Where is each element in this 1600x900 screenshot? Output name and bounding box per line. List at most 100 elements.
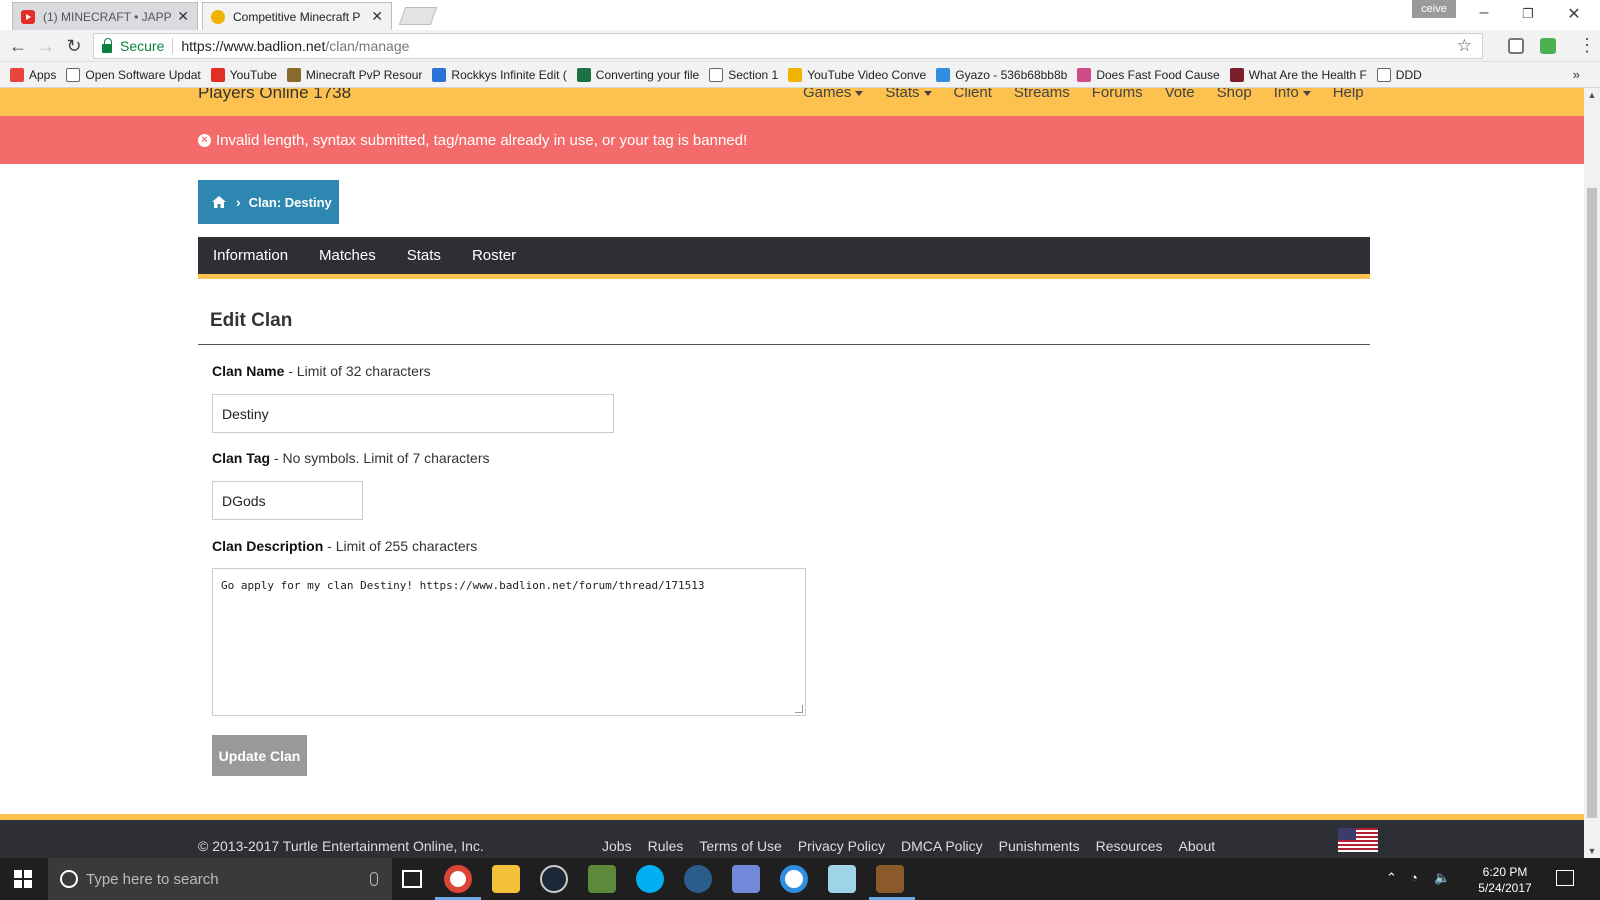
bookmark-item[interactable]: Minecraft PvP Resour — [286, 67, 422, 82]
form-title: Edit Clan — [210, 310, 293, 331]
us-flag-icon[interactable] — [1338, 828, 1378, 852]
nav-stats[interactable]: Stats — [885, 88, 932, 101]
paint-icon[interactable] — [828, 865, 856, 893]
url-path: /clan/manage — [325, 38, 410, 54]
url-host: https://www.badlion.net — [181, 38, 326, 54]
tab-matches[interactable]: Matches — [319, 247, 376, 264]
teamspeak-icon[interactable] — [684, 865, 712, 893]
menu-kebab-icon[interactable]: ⋮ — [1578, 35, 1596, 56]
label-hint: - Limit of 255 characters — [323, 538, 478, 554]
back-icon[interactable]: ← — [6, 36, 30, 57]
bookmark-item[interactable]: Section 1 — [709, 67, 778, 82]
browser-tab-badlion[interactable]: Competitive Minecraft P ✕ — [202, 2, 392, 30]
footer-link[interactable]: Resources — [1096, 838, 1163, 854]
taskbar-clock[interactable]: 6:20 PM 5/24/2017 — [1470, 864, 1540, 896]
footer-link[interactable]: Terms of Use — [699, 838, 781, 854]
tab-stats[interactable]: Stats — [407, 247, 441, 264]
players-online: Players Online 1738 — [198, 88, 352, 102]
nav-label: Streams — [1013, 88, 1070, 101]
close-window-icon[interactable]: ✕ — [1554, 4, 1594, 24]
close-tab-icon[interactable]: ✕ — [371, 8, 383, 25]
resize-grip-icon[interactable] — [795, 705, 803, 713]
restore-icon[interactable]: ❐ — [1508, 6, 1548, 22]
windows-start-icon[interactable] — [14, 870, 32, 888]
tab-information[interactable]: Information — [213, 247, 288, 264]
nav-vote[interactable]: Vote — [1165, 88, 1195, 101]
chrome-icon[interactable] — [444, 865, 472, 893]
tab-roster[interactable]: Roster — [472, 247, 516, 264]
cortana-icon — [60, 870, 78, 888]
update-clan-button[interactable]: Update Clan — [212, 735, 307, 776]
volume-icon[interactable]: 🔈 — [1434, 870, 1450, 886]
bookmark-item[interactable]: Rockkys Infinite Edit ( — [432, 67, 567, 82]
reload-icon[interactable]: ↻ — [62, 36, 86, 57]
page-scrollbar[interactable]: ▲ ▼ — [1584, 88, 1600, 858]
browser-tab-youtube[interactable]: (1) MINECRAFT • JAPPLE ✕ — [12, 2, 198, 30]
action-center-icon[interactable] — [1556, 870, 1574, 886]
minecraft-icon — [286, 67, 301, 82]
windows-taskbar: Type here to search ⌃ ◔ 🔈 6:20 PM 5/24/2… — [0, 858, 1600, 900]
label-strong: Clan Tag — [212, 450, 271, 466]
nav-games[interactable]: Games — [803, 88, 864, 101]
clan-tag-field[interactable]: DGods — [212, 481, 363, 520]
green-extension-icon[interactable] — [1540, 38, 1556, 54]
bookmark-item[interactable]: Converting your file — [576, 67, 699, 82]
microphone-icon[interactable] — [370, 872, 378, 886]
address-bar[interactable]: Secure https://www.badlion.net/clan/mana… — [93, 33, 1483, 59]
footer-link[interactable]: Jobs — [602, 838, 632, 854]
divider — [198, 344, 1370, 345]
bookmark-item[interactable]: YouTube Video Conve — [788, 67, 926, 82]
skype-icon[interactable] — [636, 865, 664, 893]
minecraft-icon[interactable] — [588, 865, 616, 893]
close-tab-icon[interactable]: ✕ — [177, 8, 189, 25]
footer-link[interactable]: Punishments — [999, 838, 1080, 854]
scroll-thumb[interactable] — [1587, 188, 1597, 818]
clan-name-field[interactable]: Destiny — [212, 394, 614, 433]
nav-shop[interactable]: Shop — [1217, 88, 1252, 101]
file-explorer-icon[interactable] — [492, 865, 520, 893]
profile-button[interactable]: ceive — [1412, 0, 1456, 18]
network-icon[interactable]: ◔ — [1410, 870, 1418, 885]
nav-help[interactable]: Help — [1333, 88, 1364, 101]
minecraft-launcher-icon[interactable] — [876, 865, 904, 893]
site-footer: © 2013-2017 Turtle Entertainment Online,… — [0, 814, 1584, 858]
bookmark-item[interactable]: DDD — [1376, 67, 1422, 82]
scroll-up-icon[interactable]: ▲ — [1584, 90, 1600, 100]
footer-link[interactable]: Rules — [648, 838, 684, 854]
chevron-right-icon: › — [236, 194, 241, 210]
tray-expand-icon[interactable]: ⌃ — [1386, 870, 1397, 886]
clan-description-textarea[interactable]: Go apply for my clan Destiny! https://ww… — [212, 568, 806, 716]
more-bookmarks-icon[interactable]: » — [1573, 67, 1580, 82]
footer-link[interactable]: About — [1179, 838, 1216, 854]
nav-client[interactable]: Client — [954, 88, 992, 101]
taskbar-search-box[interactable]: Type here to search — [48, 858, 392, 900]
dark-icon — [1229, 67, 1244, 82]
new-tab-button[interactable] — [398, 7, 438, 25]
steam-icon[interactable] — [540, 865, 568, 893]
bookmark-item[interactable]: Open Software Updat — [66, 67, 201, 82]
divider — [172, 38, 174, 54]
discord-icon[interactable] — [732, 865, 760, 893]
nav-info[interactable]: Info — [1274, 88, 1311, 101]
shield-extension-icon[interactable] — [1508, 38, 1524, 54]
scroll-down-icon[interactable]: ▼ — [1584, 846, 1600, 856]
home-icon[interactable] — [212, 196, 226, 208]
bookmark-item[interactable]: Gyazo - 536b68bb8b — [936, 67, 1067, 82]
bookmark-item[interactable]: YouTube — [210, 67, 277, 82]
secure-label: Secure — [120, 38, 165, 54]
nav-forums[interactable]: Forums — [1092, 88, 1143, 101]
task-view-icon[interactable] — [402, 870, 422, 888]
bookmark-item[interactable]: What Are the Health F — [1229, 67, 1367, 82]
bookmark-item[interactable]: Does Fast Food Cause — [1077, 67, 1220, 82]
nav-streams[interactable]: Streams — [1014, 88, 1070, 101]
clan-tag-label: Clan Tag - No symbols. Limit of 7 charac… — [212, 450, 489, 466]
forward-icon[interactable]: → — [34, 36, 58, 57]
footer-link[interactable]: DMCA Policy — [901, 838, 983, 854]
minimize-icon[interactable]: – — [1464, 4, 1504, 22]
breadcrumb-current[interactable]: Clan: Destiny — [249, 195, 332, 210]
bookmark-star-icon[interactable]: ☆ — [1457, 36, 1472, 56]
footer-link[interactable]: Privacy Policy — [798, 838, 885, 854]
bee-icon — [788, 67, 803, 82]
gyazo-icon[interactable] — [780, 865, 808, 893]
bookmark-item[interactable]: Apps — [10, 67, 56, 82]
